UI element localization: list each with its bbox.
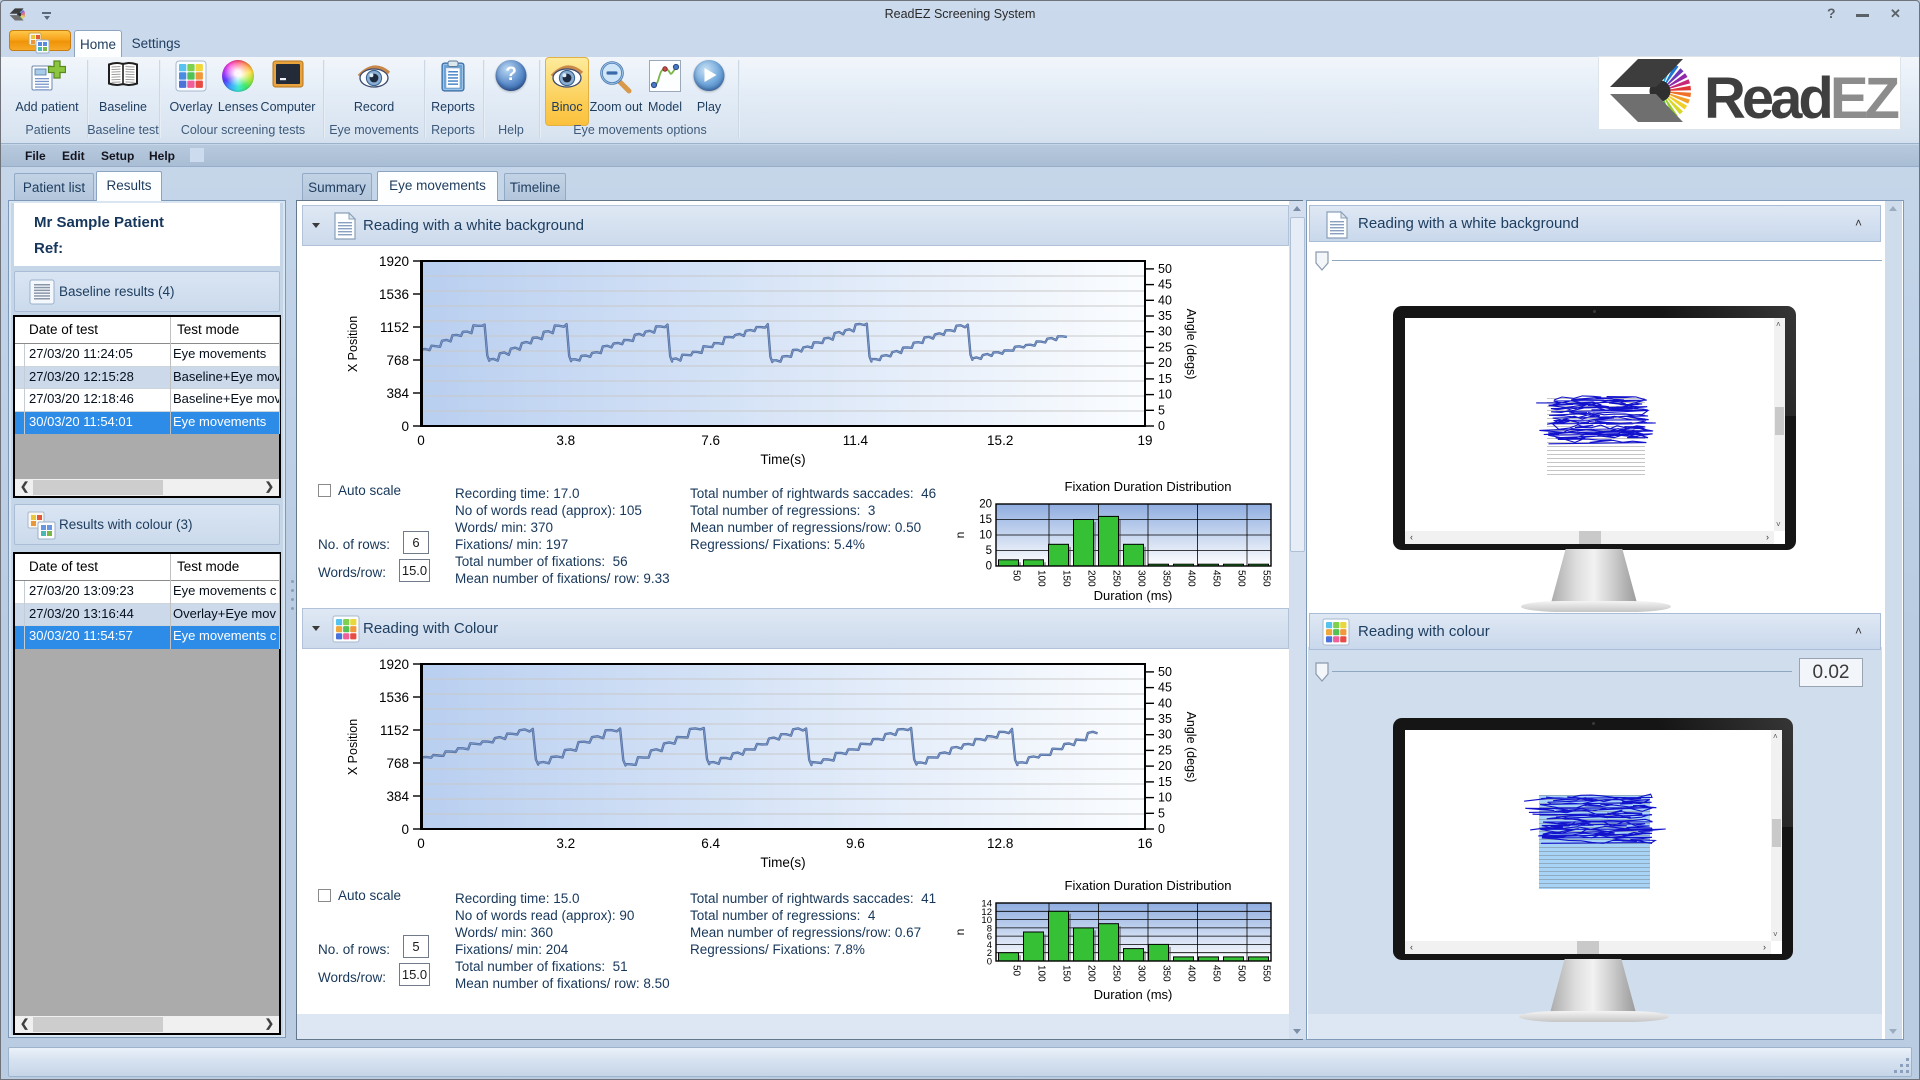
svg-text:Fixation Duration Distribution: Fixation Duration Distribution	[1065, 878, 1232, 893]
svg-text:30: 30	[1158, 325, 1172, 339]
svg-text:19: 19	[1137, 433, 1152, 448]
svg-text:10: 10	[1158, 388, 1172, 402]
svg-text:1920: 1920	[379, 254, 409, 269]
svg-text:1536: 1536	[379, 690, 409, 705]
svg-text:50: 50	[1158, 262, 1172, 276]
svg-text:150: 150	[1061, 570, 1072, 587]
svg-text:35: 35	[1158, 309, 1172, 323]
svg-text:9.6: 9.6	[846, 836, 865, 851]
svg-text:100: 100	[1036, 570, 1047, 587]
svg-text:500: 500	[1236, 965, 1247, 982]
svg-text:Duration (ms): Duration (ms)	[1094, 987, 1173, 1002]
svg-text:250: 250	[1111, 965, 1122, 982]
svg-text:450: 450	[1211, 570, 1222, 587]
svg-text:550: 550	[1261, 965, 1272, 982]
svg-text:16: 16	[1137, 836, 1152, 851]
svg-text:n: n	[956, 929, 967, 936]
svg-text:45: 45	[1158, 278, 1172, 292]
svg-text:400: 400	[1186, 965, 1197, 982]
svg-text:Angle (degs): Angle (degs)	[1184, 309, 1198, 380]
svg-text:40: 40	[1158, 293, 1172, 307]
svg-text:Duration (ms): Duration (ms)	[1094, 588, 1173, 603]
svg-text:50: 50	[1011, 570, 1022, 582]
svg-text:3.8: 3.8	[556, 433, 575, 448]
svg-text:25: 25	[1158, 340, 1172, 354]
svg-text:350: 350	[1161, 570, 1172, 587]
svg-text:10: 10	[1158, 791, 1172, 805]
svg-text:0: 0	[1158, 419, 1165, 433]
svg-text:20: 20	[979, 499, 992, 511]
svg-text:50: 50	[1011, 965, 1022, 977]
svg-text:7.6: 7.6	[701, 433, 720, 448]
svg-text:30: 30	[1158, 728, 1172, 742]
svg-text:768: 768	[386, 756, 409, 771]
svg-text:100: 100	[1036, 965, 1047, 982]
svg-text:20: 20	[1158, 356, 1172, 370]
svg-text:Angle (degs): Angle (degs)	[1184, 712, 1198, 783]
svg-text:15: 15	[979, 514, 992, 526]
svg-text:X Position: X Position	[346, 719, 360, 775]
svg-text:6.4: 6.4	[701, 836, 720, 851]
svg-text:5: 5	[1158, 403, 1165, 417]
svg-text:10: 10	[979, 530, 992, 542]
svg-text:400: 400	[1186, 570, 1197, 587]
svg-text:Fixation Duration Distribution: Fixation Duration Distribution	[1065, 479, 1232, 494]
svg-text:1920: 1920	[379, 657, 409, 672]
svg-text:3.2: 3.2	[556, 836, 575, 851]
svg-text:350: 350	[1161, 965, 1172, 982]
svg-text:20: 20	[1158, 759, 1172, 773]
svg-text:550: 550	[1261, 570, 1272, 587]
svg-text:0: 0	[986, 561, 992, 573]
svg-text:35: 35	[1158, 712, 1172, 726]
svg-text:n: n	[956, 532, 967, 539]
svg-text:25: 25	[1158, 743, 1172, 757]
svg-text:11.4: 11.4	[843, 433, 869, 448]
svg-text:384: 384	[386, 789, 409, 804]
svg-text:1152: 1152	[380, 320, 409, 335]
svg-text:768: 768	[386, 353, 409, 368]
svg-text:0: 0	[1158, 822, 1165, 836]
svg-text:200: 200	[1086, 965, 1097, 982]
svg-text:1536: 1536	[379, 287, 409, 302]
svg-text:15: 15	[1158, 775, 1172, 789]
svg-text:0: 0	[417, 836, 425, 851]
svg-text:12.8: 12.8	[987, 836, 1013, 851]
svg-text:300: 300	[1136, 570, 1147, 587]
svg-text:5: 5	[986, 545, 992, 557]
svg-text:40: 40	[1158, 696, 1172, 710]
svg-text:Time(s): Time(s)	[760, 452, 805, 467]
svg-text:450: 450	[1211, 965, 1222, 982]
svg-text:Time(s): Time(s)	[760, 855, 805, 870]
svg-text:200: 200	[1086, 570, 1097, 587]
svg-text:15.2: 15.2	[987, 433, 1013, 448]
svg-text:0: 0	[401, 419, 409, 434]
svg-text:X Position: X Position	[346, 316, 360, 372]
svg-text:384: 384	[386, 386, 409, 401]
svg-text:1152: 1152	[380, 723, 409, 738]
svg-text:500: 500	[1236, 570, 1247, 587]
svg-text:15: 15	[1158, 372, 1172, 386]
svg-text:250: 250	[1111, 570, 1122, 587]
svg-text:150: 150	[1061, 965, 1072, 982]
svg-text:50: 50	[1158, 665, 1172, 679]
svg-text:0: 0	[417, 433, 425, 448]
svg-text:300: 300	[1136, 965, 1147, 982]
svg-text:45: 45	[1158, 681, 1172, 695]
svg-text:5: 5	[1158, 806, 1165, 820]
svg-text:0: 0	[401, 822, 409, 837]
svg-text:0: 0	[987, 957, 992, 968]
